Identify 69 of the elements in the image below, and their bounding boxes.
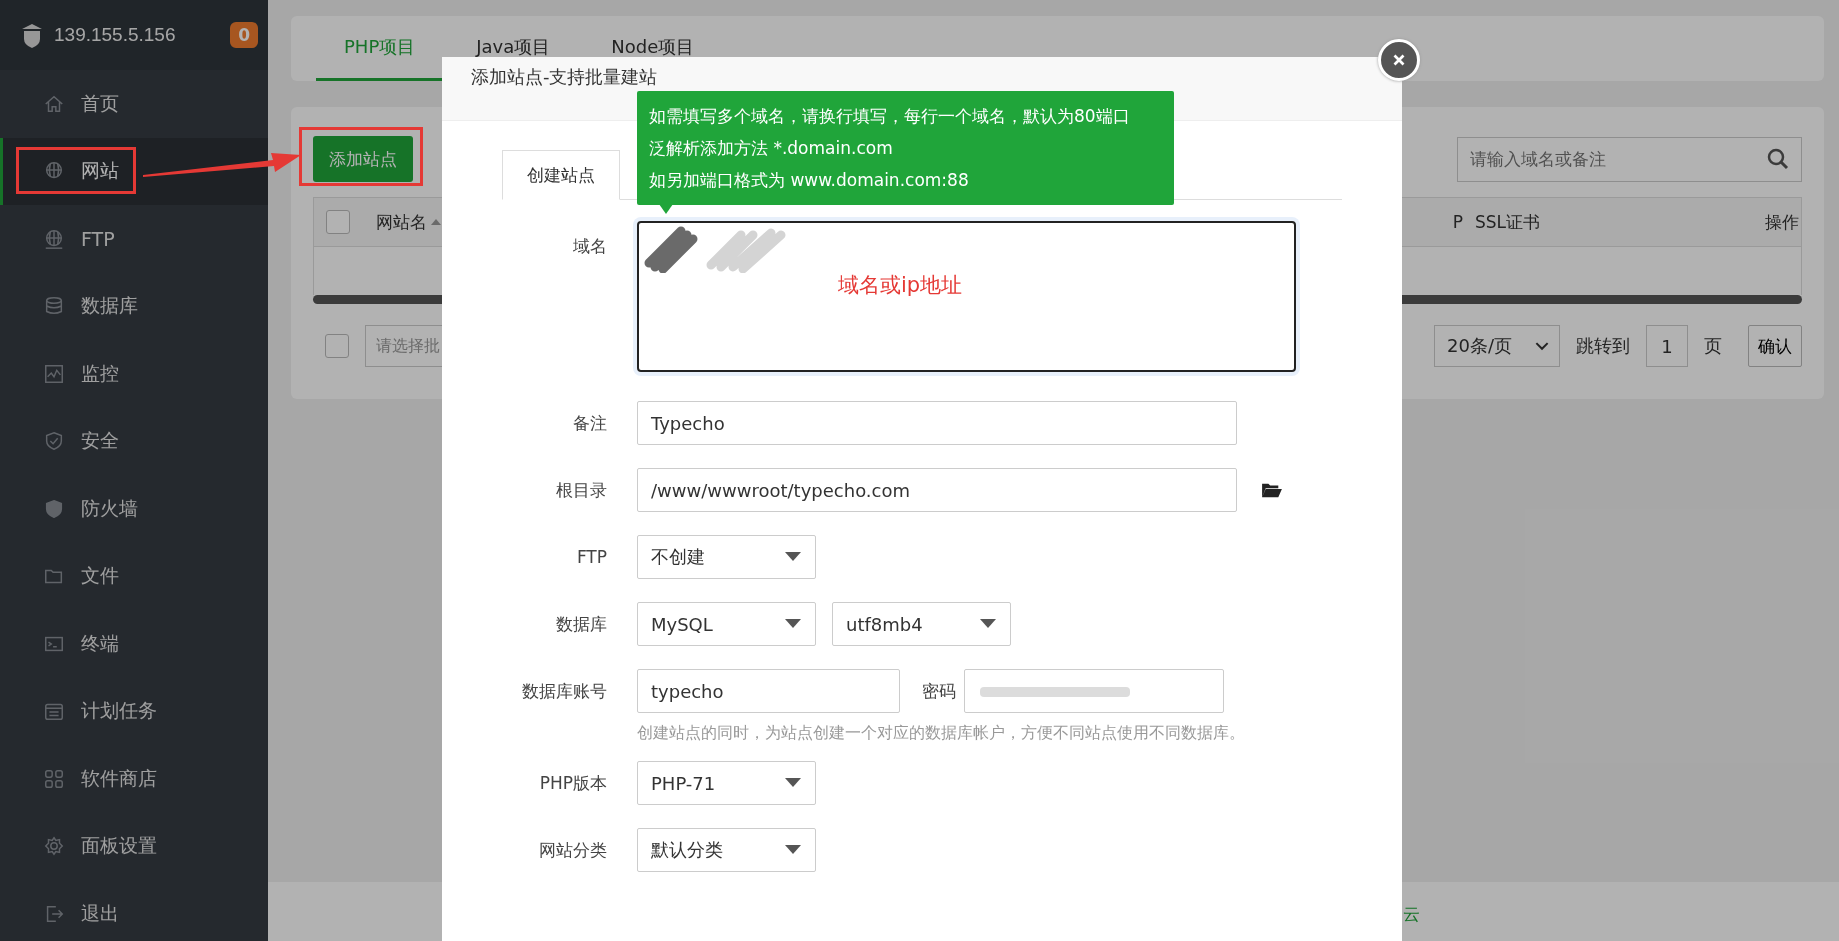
sidebar-item[interactable]: 面板设置 bbox=[0, 812, 268, 880]
tooltip-line: 如另加端口格式为 www.domain.com:88 bbox=[649, 169, 970, 192]
sort-icon[interactable] bbox=[431, 219, 441, 225]
field-label: 数据库 bbox=[555, 612, 608, 636]
column-header: P bbox=[1452, 212, 1463, 232]
field-label: 网站分类 bbox=[538, 838, 608, 862]
tooltip-line: 泛解析添加方法 *.domain.com bbox=[649, 137, 894, 160]
field-label: 备注 bbox=[572, 411, 608, 435]
sidebar-item[interactable]: 安全 bbox=[0, 407, 268, 475]
column-header: SSL证书 bbox=[1475, 210, 1542, 234]
annotation-text: 域名或ip地址 bbox=[838, 272, 963, 299]
page-input[interactable]: 1 bbox=[1646, 325, 1688, 367]
dropdown-select[interactable]: 默认分类 bbox=[637, 828, 816, 872]
column-header[interactable]: 网站名 bbox=[376, 210, 427, 234]
shield-check-icon bbox=[43, 430, 65, 453]
add-site-button[interactable]: 添加站点 bbox=[313, 136, 413, 182]
dialog-tab[interactable]: 创建站点 bbox=[502, 150, 620, 200]
sidebar-item[interactable]: 监控 bbox=[0, 340, 268, 408]
sidebar-item[interactable]: 网站 bbox=[0, 137, 268, 205]
gear-icon bbox=[43, 835, 65, 858]
sidebar-item[interactable]: 防火墙 bbox=[0, 475, 268, 543]
dropdown-select[interactable]: PHP-71 bbox=[637, 761, 816, 805]
page-unit: 页 bbox=[1704, 334, 1722, 358]
sidebar-item[interactable]: 终端 bbox=[0, 610, 268, 678]
field-label: 数据库账号 bbox=[521, 679, 608, 703]
dropdown-select[interactable]: MySQL bbox=[637, 602, 816, 646]
search-icon[interactable] bbox=[1766, 146, 1790, 171]
checkbox[interactable] bbox=[326, 210, 350, 234]
chevron-down-icon bbox=[1535, 341, 1549, 351]
column-header: 操作 bbox=[1765, 210, 1800, 234]
dialog-title: 添加站点-支持批量建站 bbox=[471, 66, 658, 87]
checkbox[interactable] bbox=[325, 334, 349, 358]
password-input[interactable] bbox=[964, 669, 1224, 713]
dropdown-select[interactable]: 不创建 bbox=[637, 535, 816, 579]
tooltip-line: 如需填写多个域名，请换行填写，每行一个域名，默认为80端口 bbox=[649, 105, 1131, 128]
text-input[interactable]: typecho bbox=[637, 669, 900, 713]
caret-icon bbox=[980, 619, 996, 629]
jump-label: 跳转到 bbox=[1576, 334, 1630, 358]
server-address: 139.155.5.156 bbox=[54, 24, 176, 46]
grid-icon bbox=[43, 767, 65, 790]
sidebar-item[interactable]: 文件 bbox=[0, 542, 268, 610]
field-label: FTP bbox=[575, 547, 608, 567]
shield-logo-icon bbox=[20, 21, 44, 49]
caret-icon bbox=[785, 778, 801, 788]
field-label: 密码 bbox=[922, 679, 956, 703]
text-input[interactable]: /www/wwwroot/typecho.com bbox=[637, 468, 1237, 512]
caret-icon bbox=[785, 845, 801, 855]
sidebar-item[interactable]: 计划任务 bbox=[0, 677, 268, 745]
search-field[interactable]: 请输入域名或备注 bbox=[1457, 136, 1802, 182]
field-label: 根目录 bbox=[555, 478, 608, 502]
ftp-icon bbox=[43, 227, 65, 250]
help-text: 创建站点的同时，为站点创建一个对应的数据库帐户，方便不同站点使用不同数据库。 bbox=[637, 723, 1246, 744]
dropdown-select[interactable]: utf8mb4 bbox=[832, 602, 1011, 646]
sidebar-item[interactable]: 退出 bbox=[0, 880, 268, 941]
text-input[interactable]: Typecho bbox=[637, 401, 1237, 445]
caret-icon bbox=[785, 552, 801, 562]
sidebar-item[interactable]: 数据库 bbox=[0, 272, 268, 340]
monitor-icon bbox=[43, 362, 65, 385]
sidebar-item[interactable]: 软件商店 bbox=[0, 745, 268, 813]
confirm-button[interactable]: 确认 bbox=[1748, 325, 1802, 367]
shield-icon bbox=[43, 497, 65, 520]
field-label: PHP版本 bbox=[538, 771, 608, 795]
field-label: 域名 bbox=[572, 235, 608, 258]
sidebar-item[interactable]: 首页 bbox=[0, 70, 268, 138]
caret-icon bbox=[785, 619, 801, 629]
footer-link[interactable]: 云 bbox=[1403, 903, 1420, 926]
folder-icon[interactable] bbox=[1261, 481, 1283, 499]
sidebar-item[interactable]: FTP bbox=[0, 205, 268, 273]
page-size-select[interactable]: 20条/页 bbox=[1434, 325, 1560, 367]
